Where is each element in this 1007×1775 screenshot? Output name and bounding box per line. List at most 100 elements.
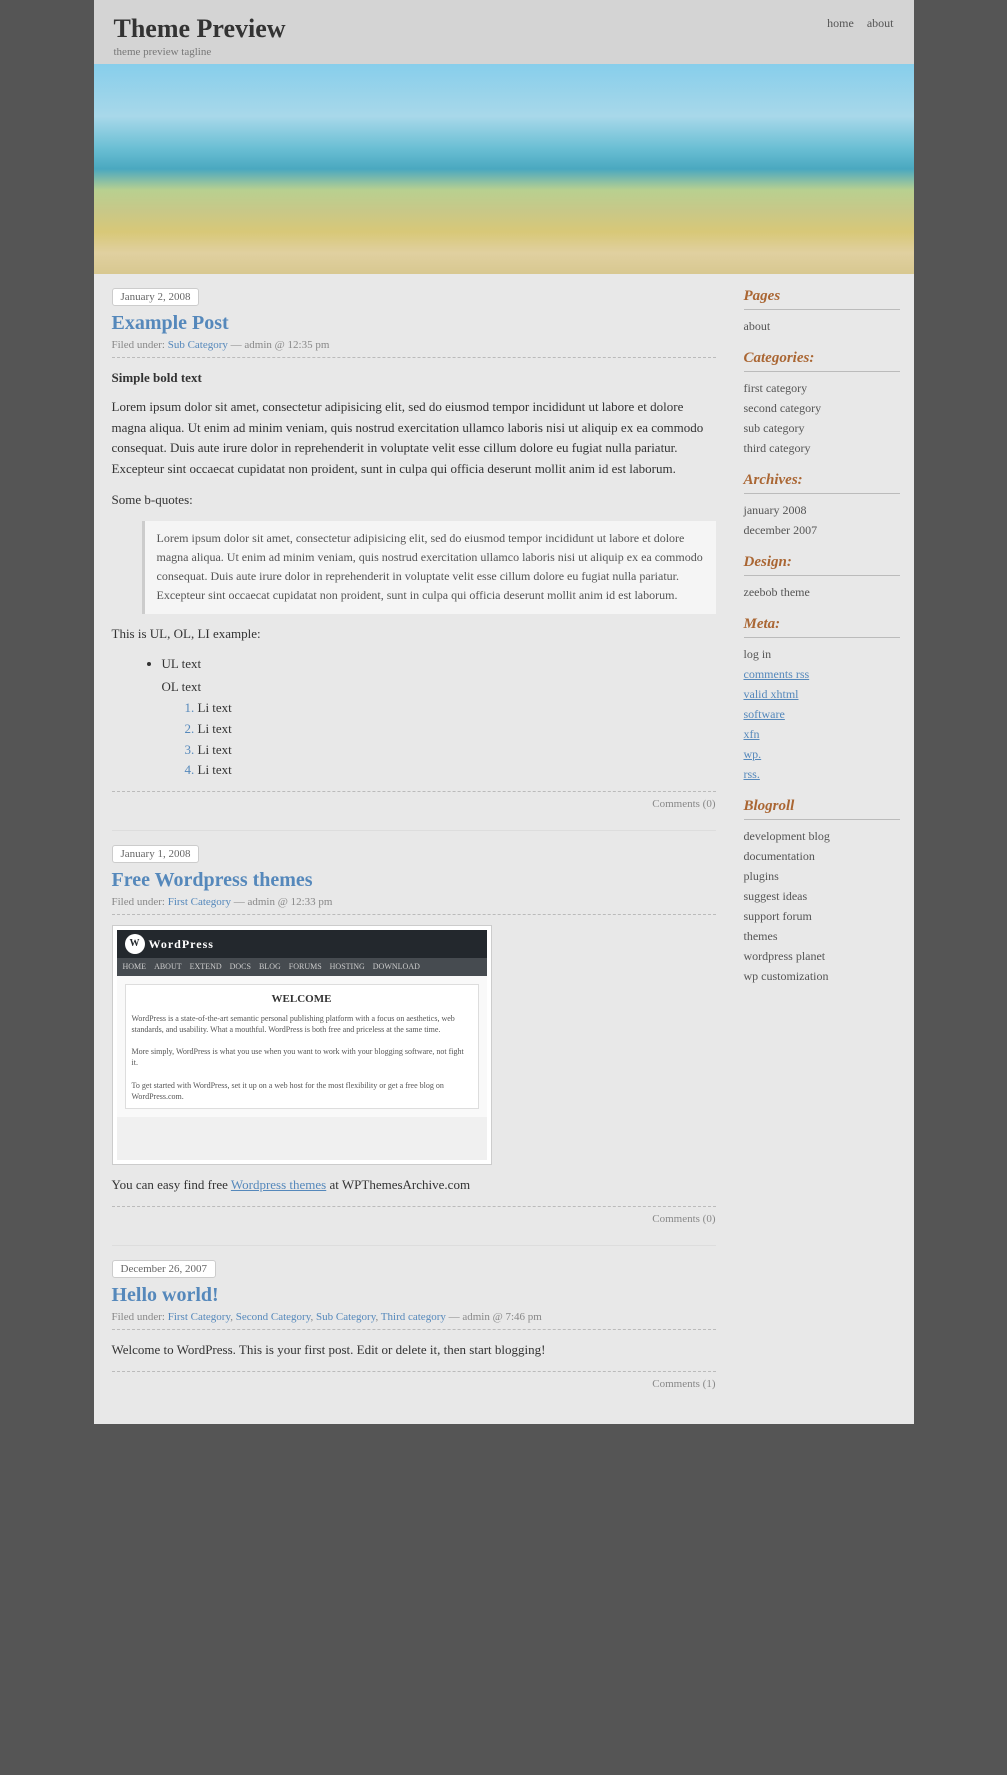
sidebar-categories: Categories: first category second catego… [744,350,900,456]
wp-welcome-title: WELCOME [132,991,472,1009]
comments-link-3[interactable]: Comments (1) [652,1378,715,1390]
sidebar-pages: Pages about [744,288,900,334]
list-item: Li text [198,740,716,761]
list-item: zeebob theme [744,584,900,600]
sidebar-categories-list: first category second category sub categ… [744,380,900,456]
meta-rss[interactable]: rss. [744,767,760,781]
list-item: Li text [198,719,716,740]
sidebar-archives: Archives: january 2008 december 2007 [744,472,900,538]
list-item: sub category [744,420,900,436]
blogroll-wp-planet[interactable]: wordpress planet [744,949,826,963]
post-title-1[interactable]: Example Post [112,312,716,335]
post-category-2[interactable]: First Category [168,896,231,908]
sidebar: Pages about Categories: first category s… [734,274,914,1424]
list-item: wp customization [744,968,900,984]
divider-1 [112,830,716,831]
beach-background [94,64,914,274]
meta-valid-xhtml[interactable]: valid xhtml [744,687,799,701]
post-author-3: admin @ 7:46 pm [462,1311,542,1323]
post-hello-world: December 26, 2007 Hello world! Filed und… [112,1260,716,1390]
post-author-1: admin @ 12:35 pm [244,339,329,351]
post-meta-1: Filed under: Sub Category — admin @ 12:3… [112,339,716,358]
meta-wp[interactable]: wp. [744,747,762,761]
archive-jan[interactable]: january 2008 [744,503,807,517]
list-item: documentation [744,848,900,864]
blogroll-suggest[interactable]: suggest ideas [744,889,808,903]
post-wordpress-themes: January 1, 2008 Free Wordpress themes Fi… [112,845,716,1225]
sidebar-pages-about[interactable]: about [744,319,771,333]
blogroll-docs[interactable]: documentation [744,849,815,863]
list-item: comments rss [744,666,900,682]
wp-nav-blog: BLOG [259,961,281,974]
sidebar-design-list: zeebob theme [744,584,900,600]
sidebar-meta-list: log in comments rss valid xhtml software… [744,646,900,782]
sidebar-categories-title: Categories: [744,350,900,372]
list-item: plugins [744,868,900,884]
list-item: xfn [744,726,900,742]
post-category-3d[interactable]: Third category [381,1311,446,1323]
post-body-para: Lorem ipsum dolor sit amet, consectetur … [112,397,716,480]
wp-nav-hosting: HOSTING [330,961,365,974]
sidebar-meta: Meta: log in comments rss valid xhtml so… [744,616,900,782]
sidebar-pages-list: about [744,318,900,334]
post-blockquote: Lorem ipsum dolor sit amet, consectetur … [142,521,716,614]
blogroll-themes[interactable]: themes [744,929,778,943]
post-footer-1: Comments (0) [112,791,716,810]
cat-third[interactable]: third category [744,441,811,455]
post-title-2[interactable]: Free Wordpress themes [112,869,716,892]
header: Theme Preview theme preview tagline home… [94,0,914,64]
main-layout: January 2, 2008 Example Post Filed under… [94,274,914,1424]
nav-about[interactable]: about [867,16,894,30]
list-item: log in [744,646,900,662]
sidebar-blogroll: Blogroll development blog documentation … [744,798,900,984]
list-item: suggest ideas [744,888,900,904]
blogroll-wp-custom[interactable]: wp customization [744,969,829,983]
list-item: third category [744,440,900,456]
wp-body: WELCOME WordPress is a state-of-the-art … [117,976,487,1117]
meta-comments-rss[interactable]: comments rss [744,667,810,681]
post-body-2: You can easy find free Wordpress themes … [112,1175,716,1196]
post-date-3: December 26, 2007 [112,1260,216,1278]
wp-welcome: WELCOME WordPress is a state-of-the-art … [125,984,479,1109]
cat-second[interactable]: second category [744,401,822,415]
sidebar-archives-title: Archives: [744,472,900,494]
list-item: rss. [744,766,900,782]
blogroll-support[interactable]: support forum [744,909,812,923]
cat-sub[interactable]: sub category [744,421,805,435]
sidebar-blogroll-title: Blogroll [744,798,900,820]
post-category-3c[interactable]: Sub Category [316,1311,375,1323]
meta-xfn[interactable]: xfn [744,727,760,741]
nav-home[interactable]: home [827,16,854,30]
list-item: second category [744,400,900,416]
blogroll-plugins[interactable]: plugins [744,869,779,883]
comments-link-2[interactable]: Comments (0) [652,1213,715,1225]
meta-login[interactable]: log in [744,647,772,661]
post-meta-2: Filed under: First Category — admin @ 12… [112,896,716,915]
archive-dec[interactable]: december 2007 [744,523,818,537]
list-item: wp. [744,746,900,762]
blogroll-dev[interactable]: development blog [744,829,830,843]
post-list-intro: This is UL, OL, LI example: [112,624,716,645]
list-item: development blog [744,828,900,844]
post-category-1[interactable]: Sub Category [168,339,228,351]
ol-list: Li text Li text Li text Li text [198,698,716,781]
post-content-2: W WordPress HOME ABOUT EXTEND DOCS BLOG [112,925,716,1196]
post-category-3a[interactable]: First Category [168,1311,231,1323]
wp-nav-extend: EXTEND [190,961,222,974]
main-nav: home about [817,16,893,31]
cat-first[interactable]: first category [744,381,808,395]
ul-list: UL text [162,654,716,675]
wp-themes-link[interactable]: Wordpress themes [231,1177,326,1192]
post-date-2: January 1, 2008 [112,845,200,863]
design-zeebob[interactable]: zeebob theme [744,585,810,599]
post-title-3[interactable]: Hello world! [112,1284,716,1307]
comments-link-1[interactable]: Comments (0) [652,798,715,810]
list-item: themes [744,928,900,944]
post-bquote-intro: Some b-quotes: [112,490,716,511]
wp-nav-about: ABOUT [154,961,182,974]
post-date-1: January 2, 2008 [112,288,200,306]
post-category-3b[interactable]: Second Category [236,1311,311,1323]
ol-label: OL text [162,679,202,694]
meta-software[interactable]: software [744,707,785,721]
post-content-1: Simple bold text Lorem ipsum dolor sit a… [112,368,716,781]
